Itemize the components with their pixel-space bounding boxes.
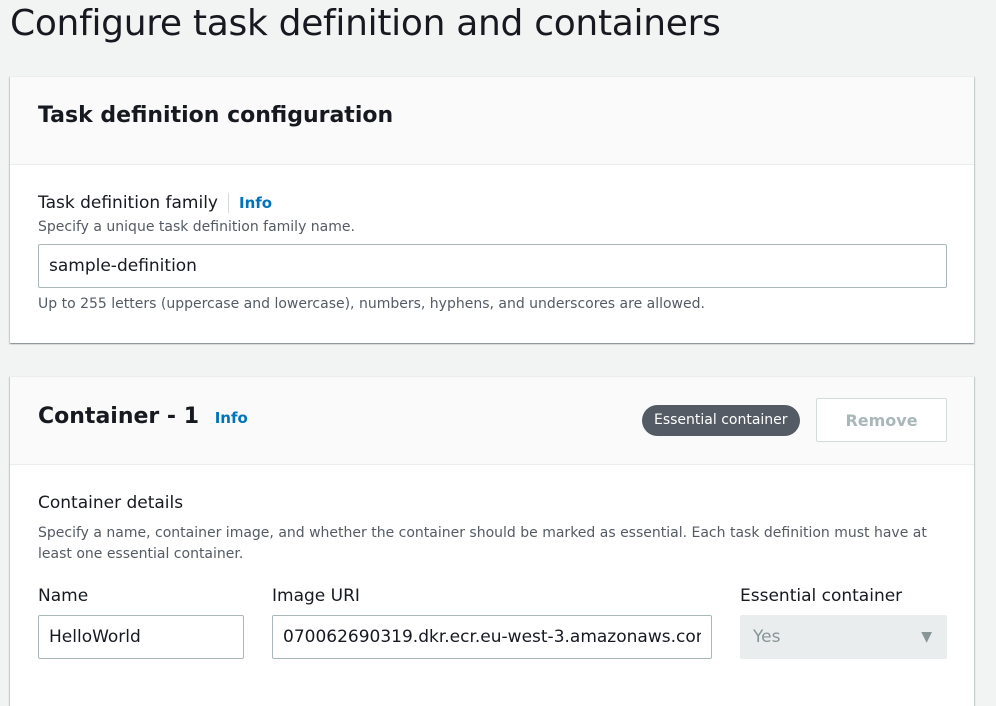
- essential-container-select[interactable]: Yes ▼: [740, 615, 947, 659]
- essential-container-label: Essential container: [740, 586, 903, 606]
- container-panel-header: Container - 1 Info Essential container R…: [10, 377, 974, 465]
- container-title: Container - 1: [38, 404, 200, 429]
- image-uri-label: Image URI: [272, 586, 360, 606]
- container-panel: Container - 1 Info Essential container R…: [10, 376, 974, 706]
- panel-header: Task definition configuration: [10, 77, 974, 165]
- remove-container-button[interactable]: Remove: [816, 398, 947, 442]
- container-title-row: Container - 1 Info: [38, 404, 248, 429]
- container-details-description: Specify a name, container image, and whe…: [38, 525, 927, 562]
- family-label: Task definition family: [38, 193, 218, 213]
- essential-container-badge: Essential container: [642, 405, 800, 436]
- container-name-input[interactable]: [38, 615, 244, 659]
- page-title: Configure task definition and containers: [10, 3, 721, 44]
- container-info-link[interactable]: Info: [215, 409, 248, 427]
- family-constraint-hint: Up to 255 letters (uppercase and lowerca…: [38, 296, 705, 312]
- family-label-row: Task definition family Info: [38, 193, 272, 213]
- image-uri-input[interactable]: [272, 615, 712, 659]
- name-label: Name: [38, 586, 89, 606]
- container-details-label: Container details: [38, 493, 184, 513]
- task-family-input[interactable]: [38, 244, 947, 288]
- task-definition-configuration-panel: Task definition configuration Task defin…: [10, 76, 974, 343]
- family-description: Specify a unique task definition family …: [38, 219, 355, 235]
- label-divider: [228, 193, 229, 213]
- caret-down-icon: ▼: [921, 629, 932, 645]
- family-info-link[interactable]: Info: [239, 194, 272, 212]
- panel-title: Task definition configuration: [38, 103, 394, 128]
- essential-select-value: Yes: [753, 627, 781, 647]
